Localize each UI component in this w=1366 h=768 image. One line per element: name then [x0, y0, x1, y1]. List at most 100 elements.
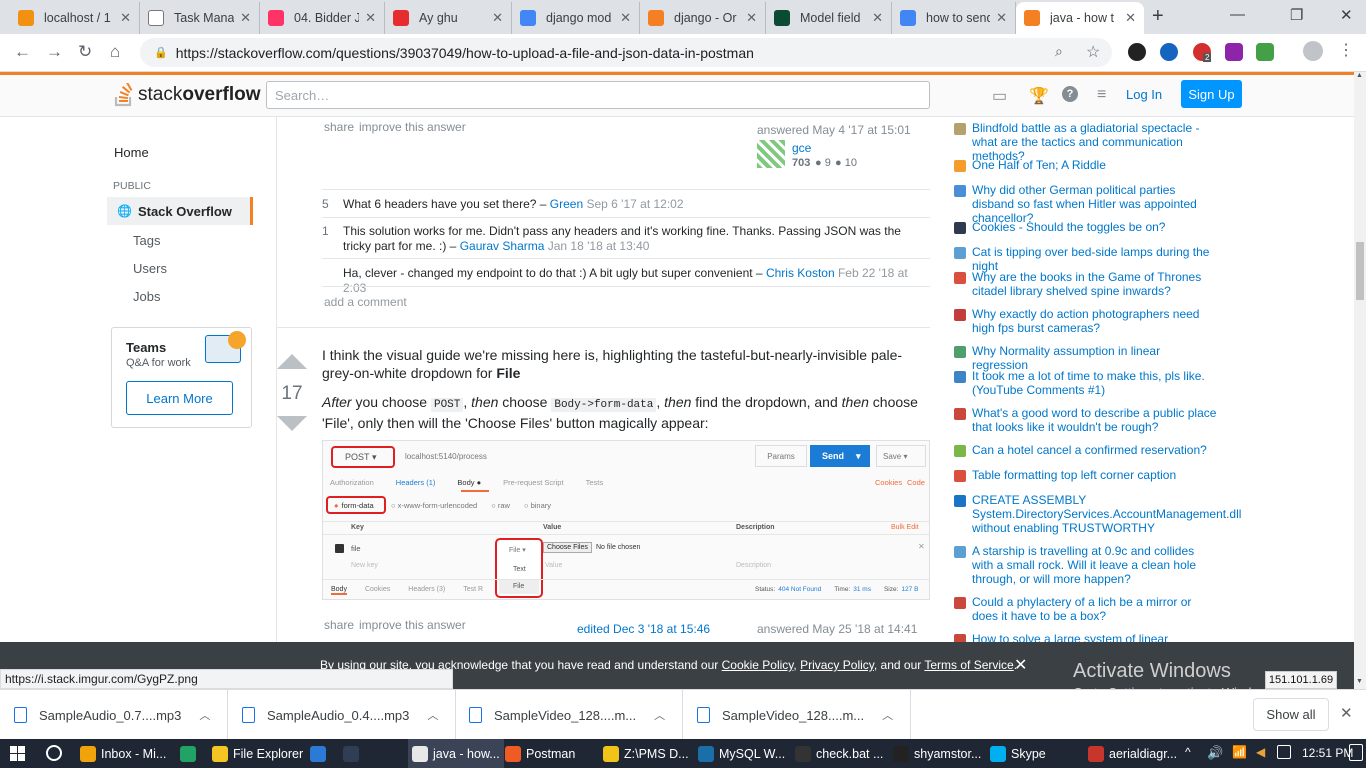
chevron-up-icon[interactable]: ︿ — [882, 707, 893, 723]
notification-center-icon[interactable] — [1349, 744, 1363, 761]
answer2-share-link[interactable]: share — [324, 618, 354, 632]
taskbar-app[interactable]: Z:\PMS D... — [603, 739, 689, 768]
new-tab-button[interactable]: + — [1152, 5, 1164, 28]
comment-user-link[interactable]: Chris Koston — [766, 266, 835, 280]
home-icon[interactable]: ⌂ — [110, 42, 120, 62]
browser-tab[interactable]: 04. Bidder J ✕ — [260, 2, 385, 34]
tray-speaker-icon[interactable]: ◀ — [1256, 745, 1265, 759]
close-tab-icon[interactable]: ✕ — [492, 10, 503, 26]
hot-question-link[interactable]: CREATE ASSEMBLY System.DirectoryServices… — [972, 493, 1241, 535]
site-switcher-icon[interactable]: ≡ — [1097, 86, 1106, 104]
tray-chevron-icon[interactable]: ^ — [1185, 745, 1191, 759]
clock[interactable]: 12:51 PM — [1302, 746, 1353, 760]
chevron-up-icon[interactable]: ︿ — [199, 707, 210, 723]
profile-avatar[interactable] — [1303, 41, 1323, 61]
avatar[interactable] — [757, 140, 785, 168]
close-tab-icon[interactable]: ✕ — [240, 10, 251, 26]
network-icon[interactable]: 📶 — [1232, 745, 1247, 759]
nav-stack-overflow[interactable]: 🌐 Stack Overflow — [107, 197, 253, 225]
answer1-improve-link[interactable]: improve this answer — [359, 120, 466, 134]
cortana-icon[interactable] — [46, 745, 62, 761]
hot-question-link[interactable]: Could a phylactery of a lich be a mirror… — [972, 595, 1217, 623]
close-tab-icon[interactable]: ✕ — [1125, 10, 1136, 26]
close-tab-icon[interactable]: ✕ — [996, 10, 1007, 26]
downvote-arrow-icon[interactable] — [277, 416, 307, 431]
browser-tab[interactable]: localhost / 1 ✕ — [10, 2, 140, 34]
close-icon[interactable]: ✕ — [1014, 655, 1027, 675]
extension-purple-icon[interactable] — [1225, 43, 1243, 61]
hot-question-link[interactable]: A starship is travelling at 0.9c and col… — [972, 544, 1217, 586]
comment-user-link[interactable]: Green — [550, 197, 583, 211]
browser-tab[interactable]: django - Or ✕ — [640, 2, 766, 34]
nav-tags[interactable]: Tags — [133, 233, 160, 248]
stackoverflow-logo[interactable]: stack overflow — [114, 83, 260, 107]
privacy-policy-link[interactable]: Privacy Policy — [800, 658, 874, 672]
site-search-input[interactable]: Search… — [266, 81, 930, 109]
scroll-up-icon[interactable]: ▲ — [1356, 72, 1363, 79]
browser-tab[interactable]: java - how t ✕ — [1016, 2, 1144, 34]
extension-colorpick-icon[interactable] — [1128, 43, 1146, 61]
taskbar-app[interactable] — [310, 739, 331, 768]
answer2-improve-link[interactable]: improve this answer — [359, 618, 466, 632]
close-tab-icon[interactable]: ✕ — [365, 10, 376, 26]
login-link[interactable]: Log In — [1126, 87, 1162, 102]
chrome-menu-icon[interactable]: ⋮ — [1338, 40, 1354, 60]
bookmark-star-icon[interactable]: ☆ — [1086, 42, 1100, 62]
help-icon[interactable]: ? — [1062, 86, 1078, 102]
hot-question-link[interactable]: Cat is tipping over bed-side lamps durin… — [972, 245, 1217, 273]
taskbar-app[interactable]: Skype — [990, 739, 1046, 768]
download-item[interactable]: SampleVideo_128....m... ︿ — [683, 690, 911, 740]
extension-cors-icon[interactable] — [1256, 43, 1274, 61]
forward-icon[interactable]: → — [46, 42, 63, 62]
hot-question-link[interactable]: Why are the books in the Game of Thrones… — [972, 270, 1217, 298]
reload-icon[interactable]: ↻ — [78, 42, 92, 62]
close-tab-icon[interactable]: ✕ — [620, 10, 631, 26]
download-item[interactable]: SampleAudio_0.4....mp3 ︿ — [228, 690, 456, 740]
answer1-user-link[interactable]: gce — [792, 141, 811, 155]
volume-icon[interactable]: 🔊 — [1207, 745, 1223, 761]
browser-tab[interactable]: Ay ghu ✕ — [385, 2, 512, 34]
tray-display-icon[interactable] — [1277, 745, 1291, 759]
maximize-button[interactable]: ❐ — [1290, 6, 1303, 24]
taskbar-app[interactable]: File Explorer — [212, 739, 303, 768]
learn-more-button[interactable]: Learn More — [126, 381, 233, 415]
close-tab-icon[interactable]: ✕ — [746, 10, 757, 26]
browser-tab[interactable]: Model field ✕ — [766, 2, 892, 34]
browser-tab[interactable]: how to send ✕ — [892, 2, 1016, 34]
taskbar-app[interactable]: shyamstor... — [893, 739, 981, 768]
hot-question-link[interactable]: One Half of Ten; A Riddle — [972, 158, 1217, 172]
cookie-policy-link[interactable]: Cookie Policy — [722, 658, 794, 672]
download-item[interactable]: SampleVideo_128....m... ︿ — [455, 690, 683, 740]
add-comment-link[interactable]: add a comment — [324, 295, 407, 309]
taskbar-app[interactable]: Inbox - Mi... — [80, 739, 166, 768]
hot-question-link[interactable]: Blindfold battle as a gladiatorial spect… — [972, 121, 1217, 163]
taskbar-app[interactable]: java - how... — [408, 739, 504, 768]
windows-start-icon[interactable] — [10, 746, 25, 761]
hot-question-link[interactable]: Table formatting top left corner caption — [972, 468, 1217, 482]
hot-question-link[interactable]: Cookies - Should the toggles be on? — [972, 220, 1217, 234]
answer2-edited-link[interactable]: edited Dec 3 '18 at 15:46 — [577, 622, 710, 636]
nav-jobs[interactable]: Jobs — [133, 289, 160, 304]
extension-ip-icon[interactable] — [1160, 43, 1178, 61]
hot-question-link[interactable]: What's a good word to describe a public … — [972, 406, 1217, 434]
close-icon[interactable]: ✕ — [1340, 704, 1353, 722]
search-in-page-icon[interactable]: ⌕ — [1055, 43, 1063, 60]
taskbar-app[interactable]: aerialdiagr... — [1088, 739, 1177, 768]
taskbar-app[interactable] — [343, 739, 364, 768]
hot-question-link[interactable]: It took me a lot of time to make this, p… — [972, 369, 1217, 397]
nav-users[interactable]: Users — [133, 261, 167, 276]
comment-user-link[interactable]: Gaurav Sharma — [460, 239, 545, 253]
terms-of-service-link[interactable]: Terms of Service — [924, 658, 1013, 672]
show-all-downloads-button[interactable]: Show all — [1253, 698, 1329, 731]
achievements-icon[interactable]: 🏆 — [1029, 86, 1049, 106]
inbox-icon[interactable]: ▭ — [992, 86, 1007, 106]
back-icon[interactable]: ← — [14, 42, 31, 62]
scroll-down-icon[interactable]: ▼ — [1356, 678, 1363, 685]
close-window-button[interactable]: ✕ — [1340, 6, 1353, 24]
close-tab-icon[interactable]: ✕ — [120, 10, 131, 26]
answer1-share-link[interactable]: share — [324, 120, 354, 134]
upvote-arrow-icon[interactable] — [277, 354, 307, 369]
url-input[interactable]: 🔒 https://stackoverflow.com/questions/39… — [140, 38, 1112, 67]
minimize-button[interactable]: — — [1230, 6, 1245, 23]
extension-adblock-icon[interactable]: 2 — [1193, 43, 1212, 62]
